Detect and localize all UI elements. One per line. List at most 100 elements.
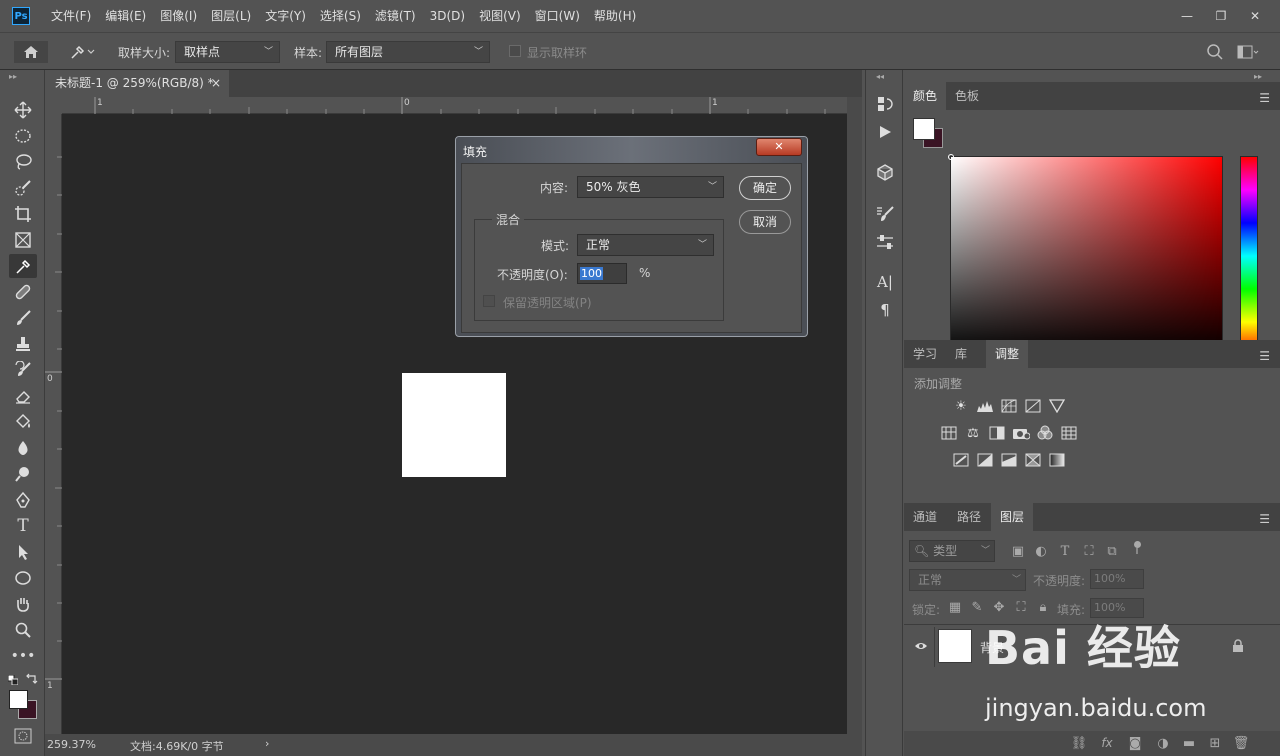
trash-icon[interactable]: 🗑︎	[1232, 735, 1250, 751]
tab-swatches[interactable]: 色板	[946, 82, 988, 110]
selective-color-icon[interactable]	[1024, 452, 1042, 468]
fx-icon[interactable]: fx	[1098, 735, 1116, 751]
tab-channels[interactable]: 通道	[904, 503, 946, 531]
filter-type-icon[interactable]: T	[1056, 543, 1074, 559]
document-canvas[interactable]	[402, 373, 506, 477]
foreground-color-swatch[interactable]	[9, 690, 28, 709]
curves-icon[interactable]	[1000, 398, 1018, 414]
add-mask-icon[interactable]: ◙	[1126, 735, 1144, 751]
menu-image[interactable]: 图像(I)	[153, 0, 204, 32]
move-tool[interactable]	[9, 98, 37, 122]
menu-window[interactable]: 窗口(W)	[528, 0, 587, 32]
mode-select[interactable]: 正常 ﹀	[577, 234, 714, 256]
color-spectrum-field[interactable]	[950, 156, 1223, 356]
levels-icon[interactable]	[976, 398, 994, 414]
tab-paths[interactable]: 路径	[948, 503, 990, 531]
new-adjustment-icon[interactable]: ◑	[1154, 735, 1172, 751]
home-button[interactable]	[14, 41, 48, 63]
menu-file[interactable]: 文件(F)	[44, 0, 98, 32]
blend-mode-select[interactable]: 正常 ﹀	[909, 569, 1026, 591]
show-ring-checkbox[interactable]	[509, 45, 521, 57]
content-select[interactable]: 50% 灰色 ﹀	[577, 176, 724, 198]
actions-panel-button[interactable]	[871, 120, 899, 144]
3d-panel-button[interactable]	[871, 160, 899, 184]
more-tools-button[interactable]: •••	[9, 644, 37, 668]
vertical-scrollbar[interactable]	[847, 97, 862, 734]
ellipse-tool[interactable]	[9, 566, 37, 590]
path-selection-tool[interactable]	[9, 540, 37, 564]
collapse-icon[interactable]: ▸▸	[9, 72, 17, 81]
new-layer-icon[interactable]: ⊞	[1206, 735, 1224, 751]
link-layers-icon[interactable]: ⛓	[1070, 735, 1088, 751]
quick-mask-button[interactable]	[14, 728, 32, 744]
history-panel-button[interactable]	[871, 92, 899, 116]
color-balance-icon[interactable]: ⚖	[964, 425, 982, 441]
dialog-close-button[interactable]: ✕	[756, 138, 802, 156]
panel-menu-icon[interactable]: ☰	[1259, 349, 1270, 363]
blur-tool[interactable]	[9, 436, 37, 460]
lock-transparent-icon[interactable]: ▦	[946, 599, 964, 615]
expand-icon[interactable]: ◂◂	[876, 72, 884, 81]
lock-brush-icon[interactable]: ✎	[968, 599, 986, 615]
menu-layer[interactable]: 图层(L)	[204, 0, 258, 32]
type-tool[interactable]: T	[9, 514, 37, 538]
collapse-dock-icon[interactable]: ▸▸	[1254, 72, 1262, 81]
stamp-tool[interactable]	[9, 332, 37, 356]
panel-menu-icon[interactable]: ☰	[1259, 512, 1270, 526]
pen-tool[interactable]	[9, 488, 37, 512]
brush-settings-button[interactable]	[871, 202, 899, 226]
paint-bucket-tool[interactable]	[9, 410, 37, 434]
status-menu-arrow[interactable]: ›	[265, 737, 269, 750]
menu-edit[interactable]: 编辑(E)	[98, 0, 153, 32]
fill-input[interactable]: 100%	[1090, 598, 1144, 618]
hand-tool[interactable]	[9, 592, 37, 616]
menu-filter[interactable]: 滤镜(T)	[368, 0, 423, 32]
document-tab[interactable]: 未标题-1 @ 259%(RGB/8) * ×	[45, 70, 229, 97]
character-panel-button[interactable]: A|	[871, 270, 899, 294]
workspace-button[interactable]	[1236, 43, 1260, 61]
menu-view[interactable]: 视图(V)	[472, 0, 528, 32]
new-group-icon[interactable]: ▬	[1180, 735, 1198, 751]
filter-shape-icon[interactable]: ⛶	[1080, 543, 1098, 559]
lasso-tool[interactable]	[9, 150, 37, 174]
brush-tool[interactable]	[9, 306, 37, 330]
tab-learn[interactable]: 学习	[904, 340, 946, 368]
history-brush-tool[interactable]	[9, 358, 37, 382]
visibility-toggle[interactable]	[914, 640, 928, 652]
invert-icon[interactable]	[952, 452, 970, 468]
sample-select[interactable]: 所有图层 ﹀	[326, 41, 490, 63]
close-tab-icon[interactable]: ×	[211, 70, 221, 97]
tab-layers[interactable]: 图层	[991, 503, 1034, 531]
vibrance-icon[interactable]	[1048, 398, 1066, 414]
filter-adjustment-icon[interactable]: ◐	[1032, 543, 1050, 559]
threshold-icon[interactable]	[1000, 452, 1018, 468]
ok-button[interactable]: 确定	[739, 176, 791, 200]
color-picker-handle[interactable]	[948, 154, 954, 160]
default-colors-button[interactable]	[7, 674, 19, 686]
paragraph-panel-button[interactable]: ¶	[871, 298, 899, 322]
restore-button[interactable]: ❐	[1204, 5, 1238, 27]
zoom-level[interactable]: 259.37%	[47, 738, 96, 751]
brightness-icon[interactable]: ☀	[952, 398, 970, 414]
frame-tool[interactable]	[9, 228, 37, 252]
menu-type[interactable]: 文字(Y)	[258, 0, 313, 32]
dodge-tool[interactable]	[9, 462, 37, 486]
channel-mixer-icon[interactable]	[1036, 425, 1054, 441]
tab-libraries[interactable]: 库	[946, 340, 976, 368]
hue-saturation-icon[interactable]	[940, 425, 958, 441]
panel-menu-icon[interactable]: ☰	[1259, 91, 1270, 105]
dialog-titlebar[interactable]: 填充 ✕	[456, 137, 807, 163]
opacity-input[interactable]: 100%	[1090, 569, 1144, 589]
swap-colors-button[interactable]	[25, 672, 39, 684]
gradient-map-icon[interactable]	[1048, 452, 1066, 468]
lock-artboard-icon[interactable]: ⛶	[1012, 599, 1030, 615]
eraser-tool[interactable]	[9, 384, 37, 408]
lock-all-icon[interactable]: 🔒︎	[1034, 599, 1052, 615]
zoom-tool[interactable]	[9, 618, 37, 642]
dialog-opacity-input[interactable]: 100	[577, 263, 627, 284]
filter-toggle[interactable]	[1134, 541, 1142, 555]
menu-select[interactable]: 选择(S)	[313, 0, 368, 32]
close-window-button[interactable]: ✕	[1238, 5, 1272, 27]
color-lookup-icon[interactable]	[1060, 425, 1078, 441]
eyedropper-preset-button[interactable]	[62, 41, 102, 63]
